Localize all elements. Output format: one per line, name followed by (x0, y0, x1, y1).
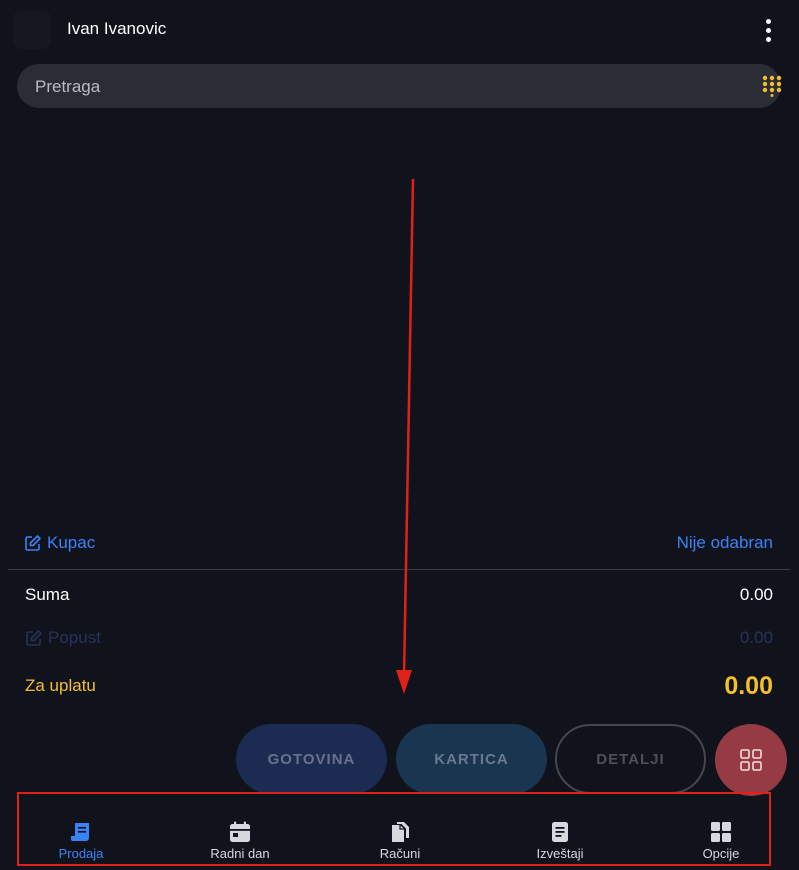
nav-label-opcije: Opcije (702, 846, 740, 861)
receipt-icon (69, 820, 93, 844)
report-icon (548, 820, 572, 844)
documents-icon (388, 820, 412, 844)
customer-label: Kupac (47, 533, 96, 552)
nav-item-opcije[interactable]: Opcije (656, 794, 786, 866)
nav-label-racuni: Računi (379, 846, 421, 861)
nav-item-radni-dan[interactable]: Radni dan (175, 794, 305, 866)
discount-button[interactable]: Popust (25, 628, 101, 648)
bottom-navigation: Prodaja Radni dan Računi Izveštaji Opcij… (17, 792, 771, 866)
customer-button[interactable]: Kupac (24, 530, 95, 556)
more-vertical-icon[interactable] (758, 16, 778, 44)
nav-item-racuni[interactable]: Računi (335, 794, 465, 866)
user-name: Ivan Ivanovic (67, 19, 167, 38)
grid-button[interactable] (715, 724, 787, 796)
search-bar (17, 64, 782, 110)
nav-label-prodaja: Prodaja (58, 846, 104, 861)
amount-due-value: 0.00 (724, 672, 773, 700)
card-button[interactable]: KARTICA (396, 724, 547, 794)
search-input[interactable] (33, 64, 737, 110)
sum-value: 0.00 (739, 585, 773, 604)
edit-icon (26, 630, 42, 646)
customer-row: Kupac Nije odabran (24, 530, 773, 556)
discount-value: 0.00 (739, 628, 773, 647)
nav-item-izvestaji[interactable]: Izveštaji (495, 794, 625, 866)
grid-icon (740, 749, 762, 771)
nav-label-izvestaji: Izveštaji (536, 846, 584, 861)
nav-label-radni-dan: Radni dan (210, 846, 270, 861)
sum-label: Suma (25, 585, 70, 604)
apps-icon (709, 820, 733, 844)
divider (8, 569, 790, 570)
dialpad-icon[interactable] (762, 75, 782, 97)
avatar[interactable] (13, 11, 51, 49)
discount-label: Popust (48, 628, 101, 647)
details-button[interactable]: DETALJI (555, 724, 706, 794)
customer-value[interactable]: Nije odabran (677, 533, 773, 553)
calendar-icon (228, 820, 252, 844)
header: Ivan Ivanovic (0, 0, 799, 60)
cash-button[interactable]: GOTOVINA (236, 724, 387, 794)
app: Ivan Ivanovic Kupac Nije odabran (0, 0, 799, 870)
amount-due-label: Za uplatu (25, 676, 96, 695)
nav-item-prodaja[interactable]: Prodaja (16, 794, 146, 866)
edit-icon (25, 535, 41, 551)
